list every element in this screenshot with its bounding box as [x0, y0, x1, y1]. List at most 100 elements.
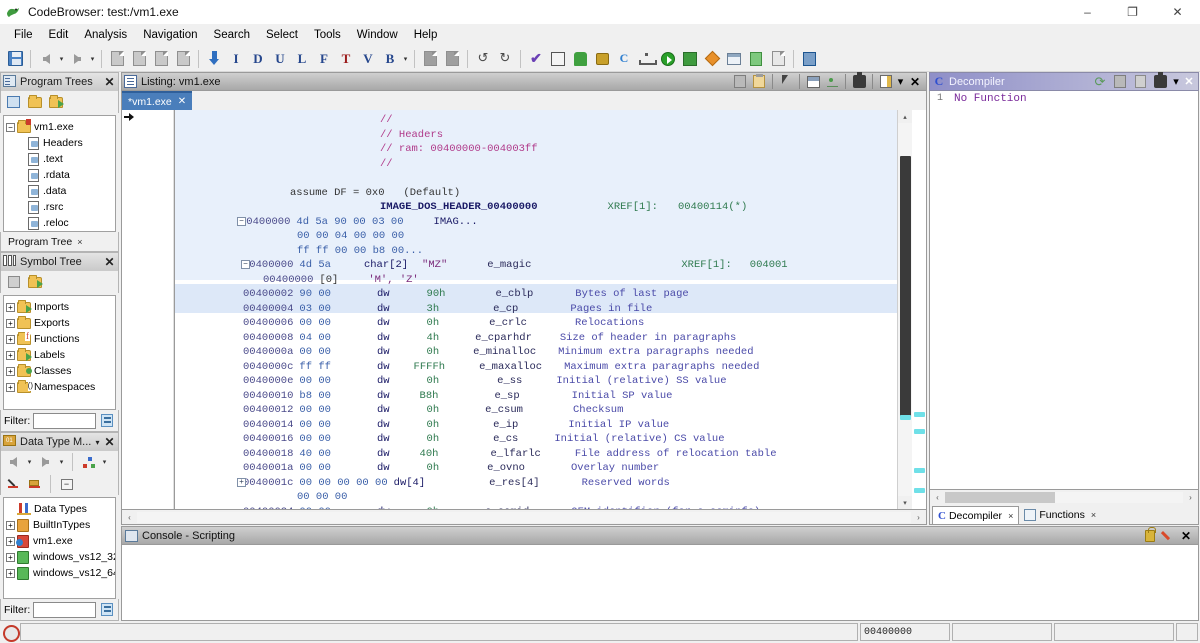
forward-dropdown-caret-icon[interactable]: ▾ — [88, 48, 97, 70]
listing-row[interactable]: 00400004 03 00 dw 3h e_cp Pages in file — [175, 302, 897, 317]
dtm-back-caret-icon[interactable]: ▾ — [25, 451, 34, 473]
bytes-icon[interactable]: B — [379, 48, 401, 70]
row-xref-value[interactable]: 00400114(*) — [658, 200, 747, 215]
snapshot-page-icon[interactable] — [106, 48, 128, 70]
open-folder-icon[interactable] — [25, 93, 44, 111]
menu-window[interactable]: Window — [349, 27, 406, 43]
expander-icon[interactable]: + — [6, 553, 15, 562]
save-icon[interactable] — [4, 48, 26, 70]
bytes-dropdown-caret-icon[interactable]: ▾ — [401, 48, 410, 70]
expander-icon[interactable]: + — [6, 521, 15, 530]
window-icon[interactable] — [723, 48, 745, 70]
listing-row[interactable]: 00400024 00 00 dw 0h e_oemid OEM identif… — [175, 505, 897, 510]
export-icon[interactable] — [745, 48, 767, 70]
listing-row[interactable]: − 00400000 4d 5a char[2] "MZ" e_magic XR… — [175, 258, 897, 273]
tree-item-reloc[interactable]: .reloc — [4, 215, 115, 231]
tab-close-icon[interactable]: ✕ — [178, 96, 186, 107]
maximize-button[interactable]: ❐ — [1110, 0, 1155, 24]
hscroll-right-icon[interactable]: › — [911, 511, 926, 524]
scrollbar-thumb[interactable] — [900, 156, 911, 416]
data-type-tree-view[interactable]: Data Types + BuiltInTypes + vm1.exe + — [3, 497, 116, 599]
listing-row[interactable]: + 0040001c 00 00 00 00 00 dw[4] e_res[4]… — [175, 476, 897, 491]
decompiler-paste-icon[interactable] — [1130, 73, 1150, 90]
back-arrow-icon[interactable] — [35, 48, 57, 70]
close-button[interactable]: ✕ — [1155, 0, 1200, 24]
check-icon[interactable]: ✔ — [525, 48, 547, 70]
tree-item-rdata[interactable]: .rdata — [4, 167, 115, 183]
copy-icon[interactable] — [731, 73, 749, 90]
tree-graph-icon[interactable] — [635, 48, 657, 70]
listing-row[interactable]: ff ff 00 00 b8 00... — [175, 244, 897, 259]
select-block-icon[interactable] — [419, 48, 441, 70]
dtm-back-arrow-icon[interactable] — [4, 453, 23, 471]
tab-functions[interactable]: Functions × — [1019, 506, 1101, 524]
filter-options-icon[interactable] — [99, 602, 115, 618]
snapshot-graph-icon[interactable] — [823, 73, 841, 90]
expander-icon[interactable]: + — [6, 537, 15, 546]
expander-icon[interactable]: + — [6, 383, 15, 392]
scroll-down-icon[interactable]: ▾ — [898, 496, 912, 509]
archive-icon[interactable] — [767, 48, 789, 70]
dtm-item-windows-vs12-64[interactable]: + windows_vs12_64 — [4, 565, 115, 581]
tree-item-headers[interactable]: Headers — [4, 135, 115, 151]
decompiler-hscroll-left-icon[interactable]: ‹ — [930, 491, 945, 504]
cursor-select-icon[interactable] — [777, 73, 795, 90]
listing-view[interactable]: // // Headers // ram: 00400000-004003ff … — [121, 110, 927, 510]
data-type-manager-close-icon[interactable]: ✕ — [103, 435, 116, 450]
program-tree-view[interactable]: − vm1.exe Headers .text .rdata — [3, 115, 116, 232]
data-type-manager-caret-icon[interactable]: ▾ — [92, 438, 103, 447]
listing-row[interactable]: // — [175, 113, 897, 128]
listing-row[interactable]: − 00400000 4d 5a 90 00 03 00 IMAG... — [175, 215, 897, 230]
bookmark-diamond-icon[interactable] — [701, 48, 723, 70]
pencil-icon[interactable] — [1159, 527, 1177, 544]
listing-row[interactable]: 00400016 00 00 dw 0h e_cs Initial (relat… — [175, 432, 897, 447]
menu-analysis[interactable]: Analysis — [76, 27, 135, 43]
listing-row[interactable]: 0040000e 00 00 dw 0h e_ss Initial (relat… — [175, 374, 897, 389]
tab-close-icon[interactable]: × — [77, 237, 82, 247]
redo-icon[interactable]: ↻ — [494, 48, 516, 70]
back-dropdown-caret-icon[interactable]: ▾ — [57, 48, 66, 70]
expander-icon[interactable]: + — [6, 569, 15, 578]
listing-row[interactable]: // ram: 00400000-004003ff — [175, 142, 897, 157]
listing-row[interactable]: 00400006 00 00 dw 0h e_crlc Relocations — [175, 316, 897, 331]
listing-row[interactable]: 00400000 [0] 'M', 'Z' — [175, 273, 897, 288]
listing-marker-bar[interactable] — [912, 110, 926, 509]
dtm-item-builtintypes[interactable]: + BuiltInTypes — [4, 517, 115, 533]
status-alert-icon[interactable] — [2, 624, 18, 640]
paste-icon[interactable] — [750, 73, 768, 90]
decompiler-hscroll-track[interactable] — [945, 492, 1183, 503]
copy-page-icon[interactable] — [128, 48, 150, 70]
listing-row[interactable]: 00400008 04 00 dw 4h e_cparhdr Size of h… — [175, 331, 897, 346]
clear-icon[interactable]: T — [335, 48, 357, 70]
tab-decompiler[interactable]: C Decompiler × — [932, 506, 1019, 524]
dtm-root[interactable]: Data Types — [4, 501, 115, 517]
symbol-item-functions[interactable]: + Functions — [4, 331, 115, 347]
variable-icon[interactable]: V — [357, 48, 379, 70]
symbol-item-namespaces[interactable]: + Namespaces — [4, 379, 115, 395]
hscroll-track[interactable] — [137, 512, 911, 523]
rename-icon[interactable] — [4, 273, 23, 291]
listing-row[interactable]: 00400010 b8 00 dw B8h e_sp Initial SP va… — [175, 389, 897, 404]
program-trees-close-icon[interactable]: ✕ — [103, 75, 116, 90]
expander-icon[interactable]: + — [6, 335, 15, 344]
row-xref-value[interactable]: 004001 — [732, 258, 788, 273]
decompiler-content[interactable]: 1 No Function — [929, 91, 1199, 490]
tree-root-vm1[interactable]: − vm1.exe — [4, 119, 115, 135]
symbol-tree-view[interactable]: + Imports + Exports + Functions — [3, 295, 116, 410]
script-manager-icon[interactable] — [569, 48, 591, 70]
refresh-icon[interactable]: ⟳ — [1090, 73, 1110, 90]
listing-row[interactable]: 00 00 04 00 00 00 — [175, 229, 897, 244]
help-pointer-icon[interactable] — [798, 48, 820, 70]
menu-search[interactable]: Search — [206, 27, 258, 43]
dtm-filter-icon[interactable] — [79, 453, 98, 471]
down-arrow-icon[interactable] — [203, 48, 225, 70]
menu-help[interactable]: Help — [406, 27, 446, 43]
memory-map-icon[interactable] — [547, 48, 569, 70]
bag-icon[interactable] — [591, 48, 613, 70]
listing-row[interactable]: 00400012 00 00 dw 0h e_csum Checksum — [175, 403, 897, 418]
dtm-filter-caret-icon[interactable]: ▾ — [100, 451, 109, 473]
listing-row[interactable]: IMAGE_DOS_HEADER_00400000 XREF[1]: 00400… — [175, 200, 897, 215]
filter-options-icon[interactable] — [99, 413, 115, 429]
tree-item-data[interactable]: .data — [4, 183, 115, 199]
symbol-replace-icon[interactable] — [25, 273, 44, 291]
